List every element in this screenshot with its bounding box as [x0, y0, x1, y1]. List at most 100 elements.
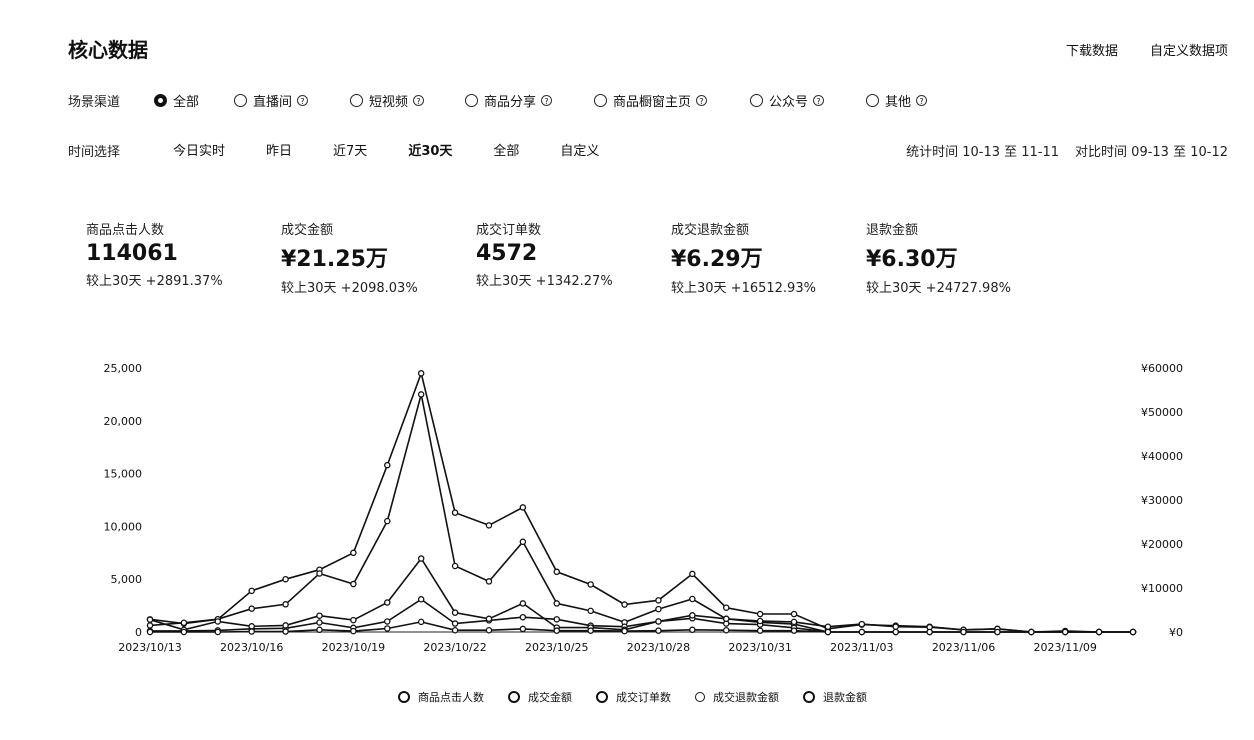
y-left-tick-label: 25,000	[104, 362, 143, 375]
radio-unchecked-icon[interactable]	[465, 94, 478, 107]
data-point	[722, 604, 730, 611]
channel-option-label: 直播间	[253, 95, 293, 110]
time-option[interactable]: 近30天	[408, 140, 452, 159]
kpi-label: 成交金额	[281, 223, 334, 238]
x-tick-label: 2023/10/22	[423, 641, 486, 654]
legend-item[interactable]: 商品点击人数	[398, 689, 484, 705]
data-point	[892, 623, 899, 630]
data-point	[790, 618, 798, 626]
y-right-tick-label: ¥50000	[1141, 406, 1183, 419]
help-icon[interactable]: ?	[916, 95, 928, 106]
help-icon[interactable]: ?	[297, 95, 309, 106]
data-point	[689, 570, 696, 578]
data-point	[553, 627, 561, 634]
radio-checked-icon[interactable]	[154, 94, 167, 107]
data-point	[756, 627, 764, 634]
data-point	[146, 622, 154, 629]
channel-option[interactable]: 全部	[154, 91, 234, 110]
custom-fields-link[interactable]: 自定义数据项	[1150, 40, 1228, 59]
time-option[interactable]: 全部	[493, 140, 519, 159]
data-point	[756, 610, 764, 618]
data-point	[824, 623, 832, 630]
data-point	[722, 615, 730, 623]
radio-unchecked-icon[interactable]	[350, 94, 363, 107]
legend-label: 商品点击人数	[418, 691, 484, 704]
channel-option[interactable]: 其他?	[866, 91, 966, 110]
data-point	[587, 581, 594, 588]
data-point	[350, 580, 357, 588]
help-icon[interactable]: ?	[696, 95, 708, 106]
data-point	[384, 461, 391, 469]
legend-marker-icon	[596, 691, 608, 703]
legend-item[interactable]: 成交金额	[508, 689, 572, 705]
data-point	[316, 626, 323, 634]
time-stat-info: 统计时间 10-13 至 11-11 对比时间 09-13 至 10-12	[906, 141, 1228, 160]
y-left-tick-label: 15,000	[104, 468, 143, 481]
data-point	[282, 622, 289, 629]
channel-label: 场景渠道	[68, 95, 121, 110]
data-point	[417, 555, 425, 562]
data-point	[451, 626, 459, 634]
data-point	[689, 626, 696, 634]
data-point	[180, 619, 188, 627]
channel-radio-group: 全部 直播间? 短视频? 商品分享? 商品橱窗主页? 公众号? 其他?	[154, 91, 966, 110]
legend-item[interactable]: 成交退款金额	[695, 689, 779, 705]
radio-unchecked-icon[interactable]	[234, 94, 247, 107]
data-point	[350, 627, 357, 635]
radio-unchecked-icon[interactable]	[750, 94, 763, 107]
channel-option[interactable]: 直播间?	[234, 91, 350, 110]
kpi-value: 114061	[86, 241, 178, 266]
x-tick-label: 2023/11/06	[932, 641, 995, 654]
channel-option[interactable]: 公众号?	[750, 91, 866, 110]
radio-unchecked-icon[interactable]	[594, 94, 607, 107]
kpi-compare: 较上30天 +1342.27%	[476, 274, 613, 289]
data-point	[960, 628, 967, 636]
help-icon[interactable]: ?	[813, 95, 825, 106]
data-point	[994, 628, 1001, 636]
y-right-tick-label: ¥0	[1169, 626, 1183, 639]
time-option[interactable]: 近7天	[333, 140, 367, 159]
data-point	[316, 570, 323, 577]
data-point	[519, 600, 527, 607]
channel-option[interactable]: 商品分享?	[465, 91, 594, 110]
kpi-compare: 较上30天 +24727.98%	[866, 281, 1011, 296]
kpi-cards: 商品点击人数 114061 较上30天 +2891.37% 成交金额 ¥21.25万 较上…	[86, 219, 1061, 296]
legend-label: 成交退款金额	[713, 691, 779, 704]
time-option[interactable]: 自定义	[560, 140, 599, 159]
time-option[interactable]: 今日实时	[173, 140, 225, 159]
data-point	[451, 609, 459, 616]
kpi-value: ¥21.25万	[281, 247, 388, 272]
kpi-card: 退款金额 ¥6.30万 较上30天 +24727.98%	[866, 219, 1061, 296]
kpi-card: 成交退款金额 ¥6.29万 较上30天 +16512.93%	[671, 219, 866, 296]
data-point	[621, 627, 628, 635]
legend-item[interactable]: 退款金额	[803, 689, 867, 705]
data-point	[350, 549, 357, 557]
kpi-value: ¥6.30万	[866, 247, 958, 272]
data-point	[214, 628, 222, 636]
data-point	[790, 627, 798, 634]
data-point	[655, 597, 662, 604]
data-point	[1061, 628, 1069, 636]
compare-period: 对比时间 09-13 至 10-12	[1075, 145, 1228, 160]
channel-option[interactable]: 短视频?	[350, 91, 465, 110]
data-point	[790, 610, 798, 618]
legend-label: 成交金额	[528, 691, 572, 704]
data-point	[519, 613, 527, 621]
data-point	[451, 509, 459, 516]
channel-option[interactable]: 商品橱窗主页?	[594, 91, 750, 110]
data-point	[282, 601, 289, 608]
x-tick-label: 2023/11/09	[1034, 641, 1097, 654]
kpi-label: 商品点击人数	[86, 223, 165, 238]
download-data-link[interactable]: 下载数据	[1066, 40, 1118, 59]
help-icon[interactable]: ?	[413, 95, 425, 106]
series-line	[149, 394, 1133, 633]
legend-item[interactable]: 成交订单数	[596, 689, 671, 705]
x-tick-label: 2023/10/25	[525, 641, 588, 654]
radio-unchecked-icon[interactable]	[866, 94, 879, 107]
kpi-compare: 较上30天 +2098.03%	[281, 281, 418, 296]
data-point	[722, 626, 730, 634]
help-icon[interactable]: ?	[541, 95, 553, 106]
legend-marker-icon	[508, 691, 520, 703]
data-point	[553, 600, 561, 607]
time-option[interactable]: 昨日	[266, 140, 292, 159]
